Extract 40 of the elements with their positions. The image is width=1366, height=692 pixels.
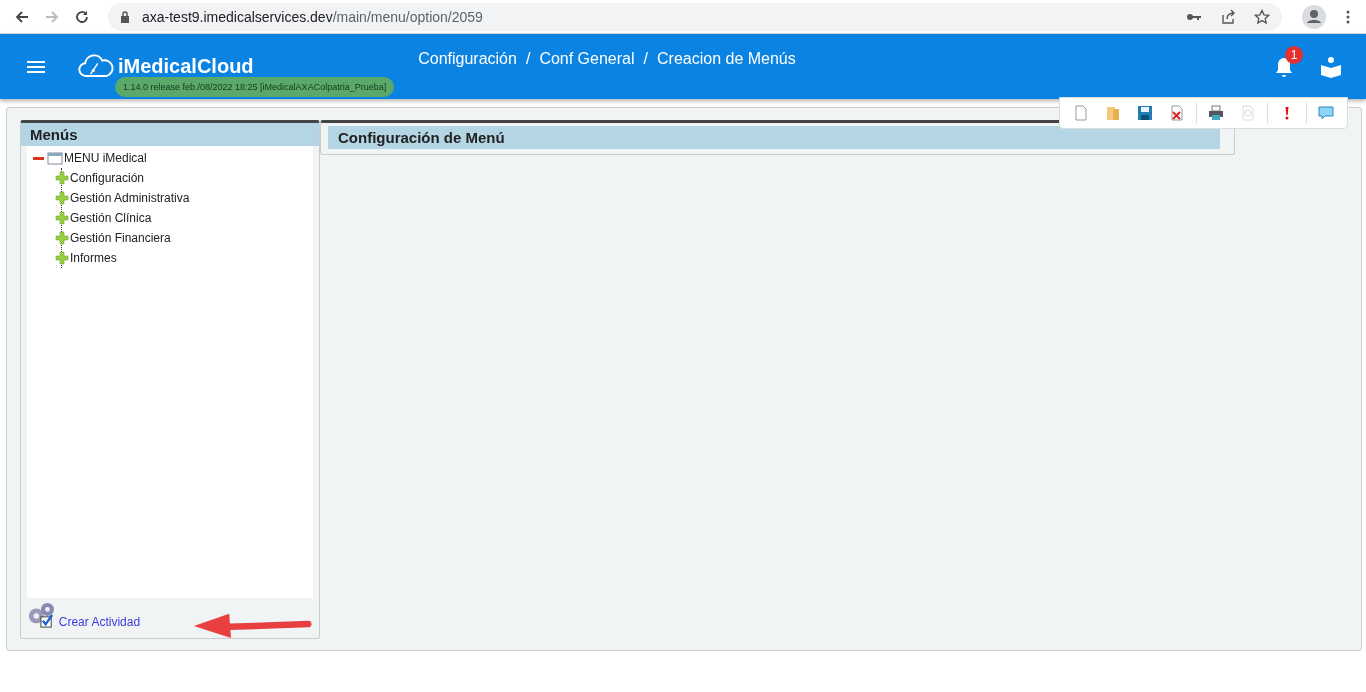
- create-activity-link[interactable]: Crear Actividad: [58, 615, 141, 629]
- book-reader-icon[interactable]: [1320, 55, 1342, 78]
- notification-badge: 1: [1285, 45, 1303, 64]
- panel-title: Menús: [21, 123, 319, 146]
- breadcrumb-item[interactable]: Creacion de Menús: [657, 49, 796, 68]
- tree-item[interactable]: Informes: [70, 251, 117, 265]
- expand-icon[interactable]: [55, 211, 69, 225]
- breadcrumb-separator: /: [643, 49, 648, 68]
- breadcrumb-separator: /: [525, 49, 531, 68]
- page-cross-icon[interactable]: [1169, 105, 1185, 121]
- reload-icon[interactable]: [74, 8, 90, 25]
- printer-icon[interactable]: [1208, 105, 1224, 121]
- collapse-icon[interactable]: [32, 154, 46, 162]
- expand-icon[interactable]: [55, 191, 69, 205]
- tree-item[interactable]: MENU iMedical: [64, 151, 147, 165]
- expand-icon[interactable]: [55, 251, 69, 265]
- gears-checkbox-icon: [27, 600, 57, 630]
- url-host: axa-test9.imedicalservices.dev: [142, 8, 333, 25]
- profile-icon[interactable]: [1302, 4, 1326, 29]
- breadcrumb-item[interactable]: Conf General: [539, 49, 635, 68]
- tree-item[interactable]: Gestión Financiera: [70, 231, 171, 245]
- url-path: /main/menu/option/2059: [332, 8, 483, 25]
- star-icon[interactable]: [1254, 8, 1270, 25]
- tree-item[interactable]: Configuración: [70, 171, 145, 185]
- expand-icon[interactable]: [55, 171, 69, 185]
- cloud-icon: [78, 54, 114, 78]
- app-name: iMedicalCloud: [118, 54, 254, 78]
- menu-icon[interactable]: [26, 58, 46, 75]
- speech-bubble-icon[interactable]: [1318, 105, 1334, 121]
- back-icon[interactable]: [14, 8, 30, 25]
- version-badge: 1.14.0 release feb./08/2022 18:25 [iMedicalAXAColpatria_Prueba]: [115, 77, 395, 97]
- panel-title: Configuración de Menú: [328, 126, 1220, 149]
- tree-item[interactable]: Gestión Clínica: [70, 211, 152, 225]
- address-bar[interactable]: axa-test9.imedicalservices.dev/main/menu/option/2059: [108, 2, 1282, 31]
- breadcrumb-item[interactable]: Configuración: [418, 49, 517, 68]
- lock-icon: [120, 10, 130, 23]
- window-icon: [47, 151, 63, 165]
- share-icon[interactable]: [1220, 8, 1236, 25]
- expand-icon[interactable]: [55, 231, 69, 245]
- tree-item[interactable]: Gestión Administrativa: [70, 191, 190, 205]
